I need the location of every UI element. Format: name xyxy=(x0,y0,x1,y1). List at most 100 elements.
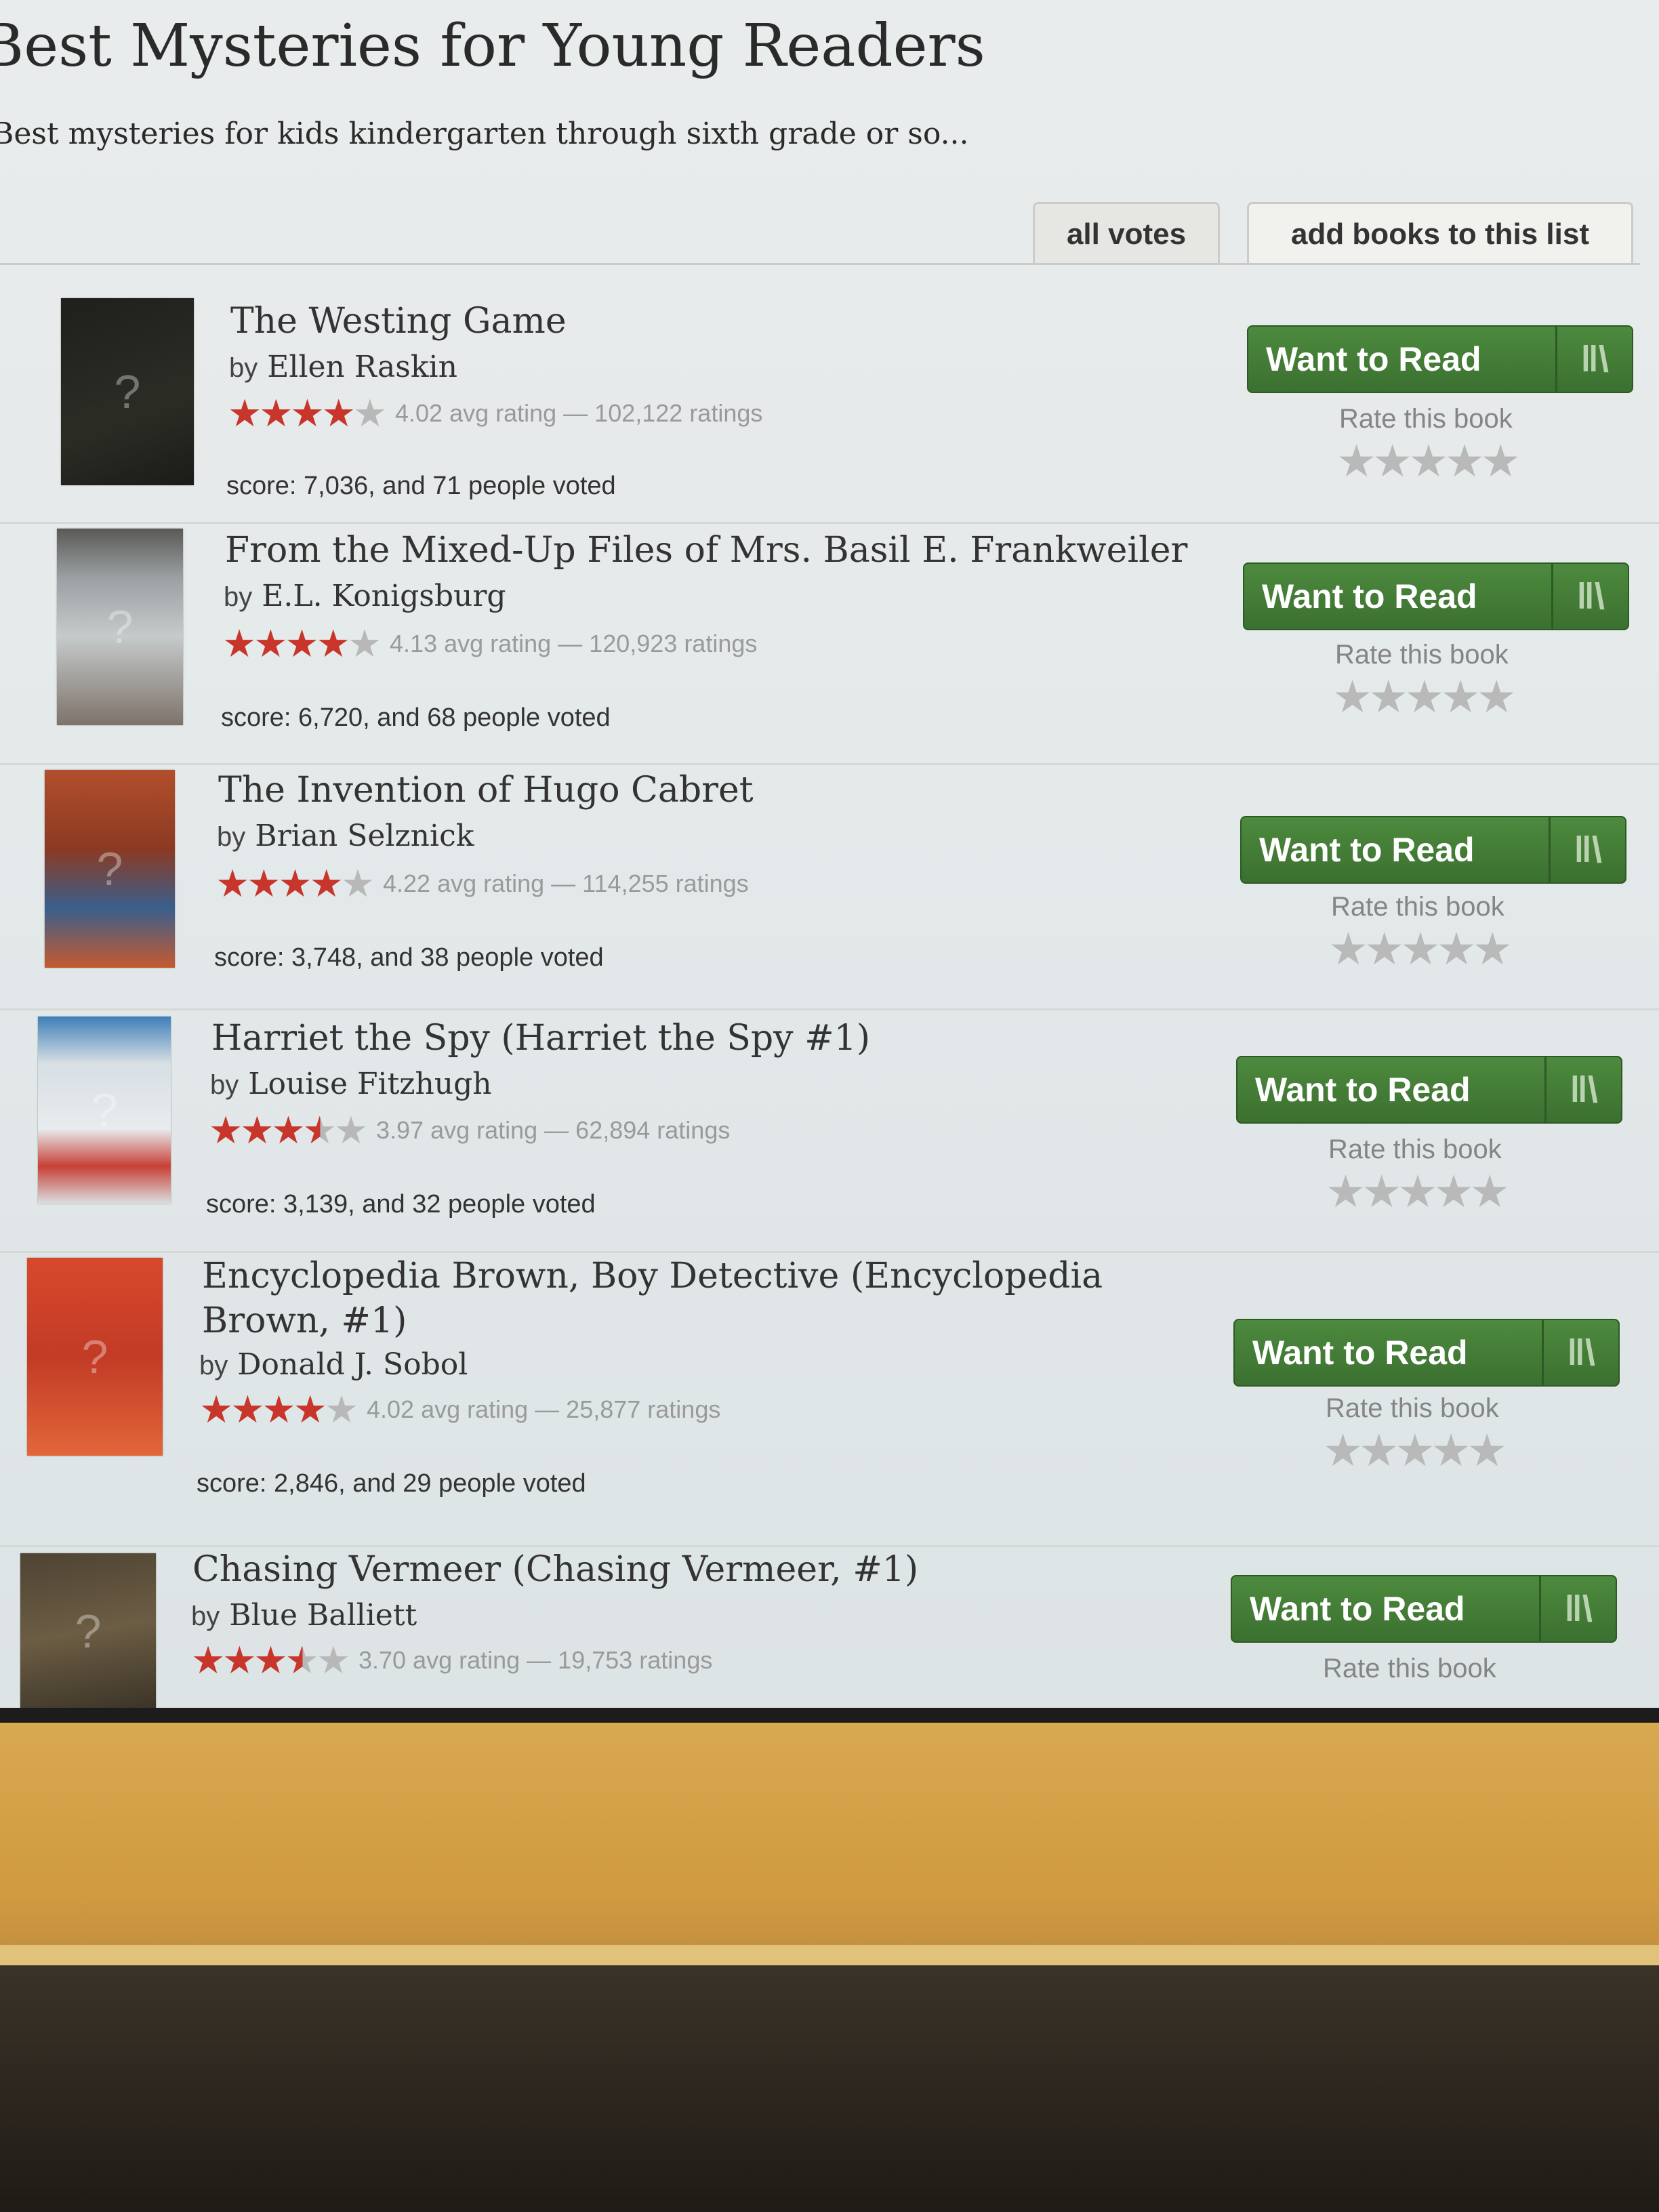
author-name: Blue Balliett xyxy=(229,1598,417,1633)
book-title[interactable]: Chasing Vermeer (Chasing Vermeer, #1) xyxy=(192,1549,918,1590)
rating-stars-icon: ★★★★★ xyxy=(209,1109,368,1151)
rating-summary: 3.97 avg rating — 62,894 ratings xyxy=(376,1116,731,1144)
rate-stars-icon[interactable]: ★★★★★ xyxy=(1332,671,1517,723)
rate-stars-icon[interactable]: ★★★★★ xyxy=(1323,1425,1507,1477)
cover-image-icon: ? xyxy=(114,365,141,418)
list-item: ? The Invention of Hugo Cabret by Brian … xyxy=(0,763,1659,1010)
shelf-dropdown-icon[interactable]: ‖\ xyxy=(1539,1576,1616,1641)
want-to-read-button[interactable]: Want to Read ‖\ xyxy=(1240,816,1626,884)
book-cover[interactable]: ? xyxy=(20,1553,156,1708)
want-to-read-label: Want to Read xyxy=(1252,1334,1468,1372)
score-line: score: 7,036, and 71 people voted xyxy=(226,472,616,500)
book-title[interactable]: Encyclopedia Brown, Boy Detective (Encyc… xyxy=(202,1254,1178,1343)
score-line: score: 3,139, and 32 people voted xyxy=(206,1190,596,1218)
book-author[interactable]: by Blue Balliett xyxy=(191,1598,417,1633)
rating-summary: 4.02 avg rating — 25,877 ratings xyxy=(367,1395,721,1423)
by-label: by xyxy=(199,1351,228,1380)
by-label: by xyxy=(191,1601,220,1631)
book-cover[interactable]: ? xyxy=(27,1258,163,1456)
rate-this-book-label: Rate this book xyxy=(1339,404,1513,434)
list-item: ? The Westing Game by Ellen Raskin ★★★★★… xyxy=(0,266,1659,524)
rating-stars-icon: ★★★★★ xyxy=(222,622,382,665)
desk-edge xyxy=(0,1945,1659,1965)
rate-this-book-label: Rate this book xyxy=(1331,892,1504,922)
want-to-read-button[interactable]: Want to Read ‖\ xyxy=(1231,1575,1617,1643)
rate-stars-icon[interactable]: ★★★★★ xyxy=(1336,435,1521,487)
list-item: ? From the Mixed-Up Files of Mrs. Basil … xyxy=(0,522,1659,765)
monitor-bezel xyxy=(0,1708,1659,1723)
rating-summary: 4.22 avg rating — 114,255 ratings xyxy=(383,869,749,897)
shelf-dropdown-icon[interactable]: ‖\ xyxy=(1551,564,1628,629)
want-to-read-button[interactable]: Want to Read ‖\ xyxy=(1236,1056,1622,1124)
author-name: Donald J. Sobol xyxy=(237,1347,468,1382)
want-to-read-label: Want to Read xyxy=(1266,340,1481,378)
rating-row: ★★★★★ 4.22 avg rating — 114,255 ratings xyxy=(216,865,749,903)
author-name: Louise Fitzhugh xyxy=(248,1067,492,1101)
cover-image-icon: ? xyxy=(106,600,134,653)
page-description: Best mysteries for kids kindergarten thr… xyxy=(0,117,969,151)
rating-row: ★★★★★ 3.97 avg rating — 62,894 ratings xyxy=(209,1111,730,1149)
rating-stars-icon: ★★★★★ xyxy=(216,862,375,905)
cover-image-icon: ? xyxy=(75,1605,102,1658)
book-author[interactable]: by Louise Fitzhugh xyxy=(210,1067,492,1101)
book-title[interactable]: Harriet the Spy (Harriet the Spy #1) xyxy=(211,1018,870,1059)
rating-row: ★★★★★ 4.02 avg rating — 25,877 ratings xyxy=(199,1391,720,1429)
list-item: ? Harriet the Spy (Harriet the Spy #1) b… xyxy=(0,1008,1659,1253)
book-author[interactable]: by Brian Selznick xyxy=(217,819,474,853)
author-name: E.L. Konigsburg xyxy=(262,579,506,613)
want-to-read-label: Want to Read xyxy=(1255,1071,1471,1109)
browser-screen: Best Mysteries for Young Readers Best my… xyxy=(0,0,1659,1708)
book-author[interactable]: by Ellen Raskin xyxy=(229,350,457,384)
want-to-read-button[interactable]: Want to Read ‖\ xyxy=(1247,325,1633,393)
tab-add-books[interactable]: add books to this list xyxy=(1247,202,1633,265)
book-title[interactable]: From the Mixed-Up Files of Mrs. Basil E.… xyxy=(225,530,1187,571)
by-label: by xyxy=(229,353,258,383)
want-to-read-button[interactable]: Want to Read ‖\ xyxy=(1233,1319,1620,1387)
book-cover[interactable]: ? xyxy=(61,298,194,485)
author-name: Ellen Raskin xyxy=(267,350,457,384)
rate-stars-icon[interactable]: ★★★★★ xyxy=(1328,923,1513,975)
book-author[interactable]: by E.L. Konigsburg xyxy=(224,579,506,613)
score-line: score: 2,846, and 29 people voted xyxy=(197,1469,586,1498)
rate-this-book-label: Rate this book xyxy=(1323,1654,1496,1683)
shelf-dropdown-icon[interactable]: ‖\ xyxy=(1549,817,1625,882)
cover-image-icon: ? xyxy=(91,1084,118,1136)
score-line: score: 3,748, and 38 people voted xyxy=(214,943,604,972)
cover-image-icon: ? xyxy=(96,842,123,895)
book-author[interactable]: by Donald J. Sobol xyxy=(199,1347,468,1382)
shelf-dropdown-icon[interactable]: ‖\ xyxy=(1542,1320,1618,1385)
score-line: score: 6,720, and 68 people voted xyxy=(221,703,611,732)
author-name: Brian Selznick xyxy=(255,819,474,853)
rating-row: ★★★★★ 4.02 avg rating — 102,122 ratings xyxy=(228,394,762,432)
rate-this-book-label: Rate this book xyxy=(1328,1134,1502,1164)
floor-background xyxy=(0,1965,1659,2212)
book-title[interactable]: The Invention of Hugo Cabret xyxy=(218,770,754,811)
want-to-read-button[interactable]: Want to Read ‖\ xyxy=(1243,562,1629,630)
rate-this-book-label: Rate this book xyxy=(1335,640,1509,670)
book-title[interactable]: The Westing Game xyxy=(230,301,567,342)
list-item: ? Chasing Vermeer (Chasing Vermeer, #1) … xyxy=(0,1545,1659,1708)
rating-summary: 3.70 avg rating — 19,753 ratings xyxy=(359,1646,713,1674)
list-item: ? Encyclopedia Brown, Boy Detective (Enc… xyxy=(0,1251,1659,1547)
rating-stars-icon: ★★★★★ xyxy=(228,392,387,434)
tab-all-votes[interactable]: all votes xyxy=(1033,202,1220,265)
tabs-divider xyxy=(0,263,1640,265)
want-to-read-label: Want to Read xyxy=(1262,577,1477,615)
want-to-read-label: Want to Read xyxy=(1250,1590,1465,1628)
rating-row: ★★★★★ 3.70 avg rating — 19,753 ratings xyxy=(191,1641,712,1679)
rating-row: ★★★★★ 4.13 avg rating — 120,923 ratings xyxy=(222,625,757,663)
by-label: by xyxy=(217,822,246,852)
rating-summary: 4.13 avg rating — 120,923 ratings xyxy=(390,630,758,657)
shelf-dropdown-icon[interactable]: ‖\ xyxy=(1555,327,1632,392)
by-label: by xyxy=(210,1070,239,1100)
rating-summary: 4.02 avg rating — 102,122 ratings xyxy=(395,399,763,427)
rating-stars-icon: ★★★★★ xyxy=(191,1639,350,1681)
by-label: by xyxy=(224,582,253,612)
cover-image-icon: ? xyxy=(81,1330,108,1383)
book-cover[interactable]: ? xyxy=(45,770,175,968)
rate-stars-icon[interactable]: ★★★★★ xyxy=(1326,1166,1510,1218)
shelf-dropdown-icon[interactable]: ‖\ xyxy=(1544,1057,1621,1122)
book-cover[interactable]: ? xyxy=(38,1017,171,1204)
want-to-read-label: Want to Read xyxy=(1259,831,1475,869)
book-cover[interactable]: ? xyxy=(57,529,183,725)
